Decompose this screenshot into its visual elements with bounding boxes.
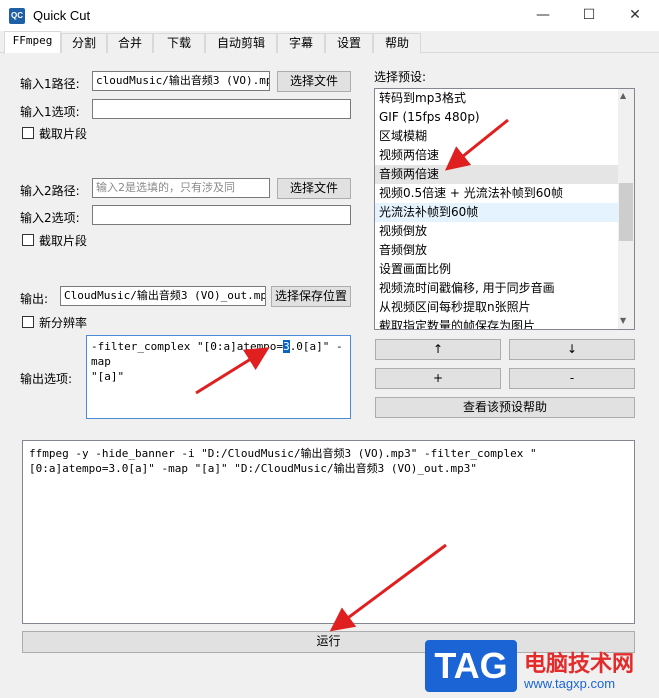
tab-ffmpeg[interactable]: FFmpeg <box>4 31 61 54</box>
input2-options-label: 输入2选项: <box>20 211 80 225</box>
output-label: 输出: <box>20 292 49 306</box>
preset-help-button[interactable]: 查看该预设帮助 <box>375 397 635 418</box>
list-item[interactable]: 视频两倍速 <box>375 146 623 165</box>
input2-path-field[interactable]: 输入2是选填的，只有涉及同 <box>92 178 270 198</box>
scrollbar-thumb[interactable] <box>619 183 633 241</box>
output-options-text-before: -filter_complex "[0:a]atempo= <box>91 340 284 353</box>
tab-split[interactable]: 分割 <box>61 33 107 53</box>
list-item[interactable]: 视频0.5倍速 + 光流法补帧到60帧 <box>375 184 623 203</box>
input1-path-field[interactable]: cloudMusic/输出音频3 (VO).mp3 <box>92 71 270 91</box>
tab-settings[interactable]: 设置 <box>325 33 373 53</box>
input1-options-label: 输入1选项: <box>20 105 80 119</box>
input2-choose-file-button[interactable]: 选择文件 <box>277 178 351 199</box>
input2-label: 输入2路径: <box>20 184 80 198</box>
move-up-button[interactable]: ↑ <box>375 339 501 360</box>
tab-download[interactable]: 下载 <box>153 33 205 53</box>
maximize-button[interactable]: ☐ <box>566 0 612 31</box>
watermark-site-name: 电脑技术网 <box>524 652 635 677</box>
list-item-selected[interactable]: 音频两倍速 <box>375 165 623 184</box>
list-item[interactable]: 音频倒放 <box>375 241 623 260</box>
list-item[interactable]: 区域模糊 <box>375 127 623 146</box>
move-down-button[interactable]: ↓ <box>509 339 635 360</box>
list-item[interactable]: 视频倒放 <box>375 222 623 241</box>
watermark-url: www.tagxp.com <box>524 676 616 691</box>
output-options-label: 输出选项: <box>20 372 73 386</box>
clip2-checkbox[interactable] <box>22 234 34 246</box>
watermark-logo: TAG <box>425 640 517 692</box>
command-preview[interactable]: ffmpeg -y -hide_banner -i "D:/CloudMusic… <box>22 440 635 624</box>
presets-label: 选择预设: <box>374 70 427 84</box>
list-item-hovered[interactable]: 光流法补帧到60帧 <box>375 203 623 222</box>
scroll-up-arrow-icon[interactable]: ▲ <box>620 91 626 100</box>
tab-merge[interactable]: 合并 <box>107 33 153 53</box>
list-item[interactable]: 视频流时间戳偏移, 用于同步音画 <box>375 279 623 298</box>
input1-choose-file-button[interactable]: 选择文件 <box>277 71 351 92</box>
tab-bar: FFmpeg 分割 合并 下载 自动剪辑 字幕 设置 帮助 <box>0 31 659 54</box>
remove-preset-button[interactable]: - <box>509 368 635 389</box>
minimize-button[interactable]: — <box>520 0 566 31</box>
tab-subtitles[interactable]: 字幕 <box>277 33 325 53</box>
add-preset-button[interactable]: + <box>375 368 501 389</box>
list-item[interactable]: 设置画面比例 <box>375 260 623 279</box>
new-resolution-label: 新分辨率 <box>39 316 88 330</box>
new-resolution-checkbox[interactable] <box>22 316 34 328</box>
list-item[interactable]: 从视频区间每秒提取n张照片 <box>375 298 623 317</box>
choose-save-location-button[interactable]: 选择保存位置 <box>271 286 351 307</box>
app-icon: QC <box>9 8 25 24</box>
list-item[interactable]: 转码到mp3格式 <box>375 89 623 108</box>
input2-options-field[interactable] <box>92 205 351 225</box>
tab-auto-edit[interactable]: 自动剪辑 <box>205 33 277 53</box>
output-path-field[interactable]: CloudMusic/输出音频3 (VO)_out.mp3 <box>60 286 266 306</box>
list-item[interactable]: GIF (15fps 480p) <box>375 108 623 127</box>
clip1-checkbox[interactable] <box>22 127 34 139</box>
clip1-label: 截取片段 <box>39 127 88 141</box>
input1-options-field[interactable] <box>92 99 351 119</box>
preset-list[interactable]: 转码到mp3格式 GIF (15fps 480p) 区域模糊 视频两倍速 音频两… <box>374 88 635 330</box>
window-title: Quick Cut <box>33 8 91 23</box>
output-options-field[interactable]: -filter_complex "[0:a]atempo=3.0[a]" -ma… <box>86 335 351 419</box>
scroll-down-arrow-icon[interactable]: ▼ <box>620 316 626 325</box>
list-item[interactable]: 截取指定数量的帧保存为图片 <box>375 317 623 329</box>
clip2-label: 截取片段 <box>39 234 88 248</box>
output-options-selected-text: 3 <box>283 340 290 353</box>
close-button[interactable]: ✕ <box>612 0 658 31</box>
input1-label: 输入1路径: <box>20 77 80 91</box>
tab-help[interactable]: 帮助 <box>373 33 421 53</box>
